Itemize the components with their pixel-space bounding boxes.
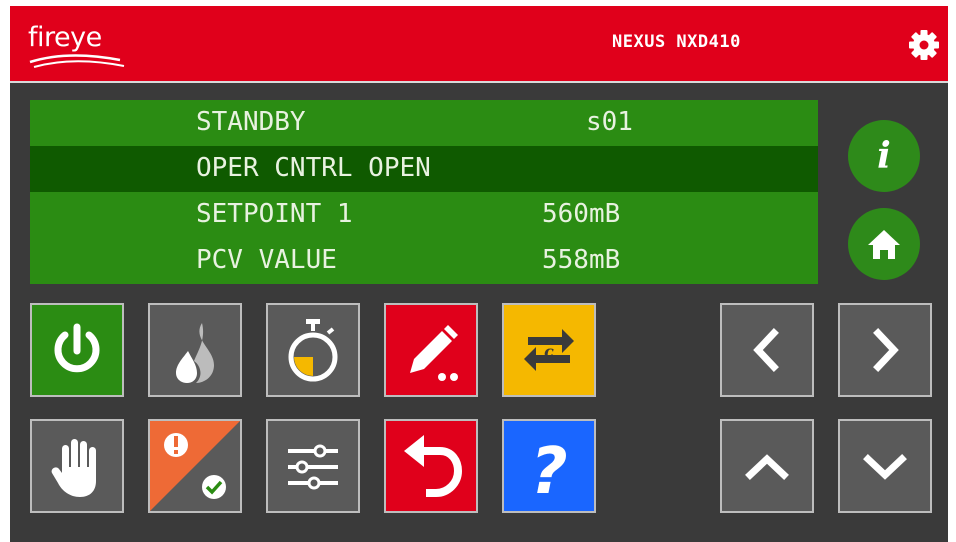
home-button[interactable] [848, 208, 920, 280]
fireye-logo: fireye [28, 20, 138, 70]
chevron-down-icon [863, 454, 907, 480]
hand-icon [51, 439, 96, 497]
logo-swoosh [29, 54, 125, 68]
display-row-setpoint: SETPOINT 1 560mB [30, 192, 818, 238]
cycle-glyph: c [544, 342, 554, 361]
chevron-right-icon [873, 328, 899, 372]
help-glyph: ? [530, 435, 567, 509]
flame-button[interactable] [148, 303, 242, 397]
gear-icon[interactable] [906, 27, 942, 63]
display-row-selected: OPER CNTRL OPEN [30, 146, 818, 192]
display-value: s01 [586, 107, 633, 137]
undo-icon [404, 435, 463, 497]
display-row-pcv: PCV VALUE 558mB [30, 238, 818, 284]
nav-left-button[interactable] [720, 303, 814, 397]
sliders-icon [288, 444, 338, 490]
hmi-panel: fireye NEXUS NXD410 STANDBY s01 OPER CNT… [10, 6, 948, 542]
nav-right-button[interactable] [838, 303, 932, 397]
display-label: SETPOINT 1 [196, 199, 353, 229]
power-icon [54, 323, 100, 373]
nav-down-button[interactable] [838, 419, 932, 513]
cycle-c-icon: c [524, 329, 574, 371]
chevron-left-icon [753, 328, 779, 372]
alarm-ack-icon [150, 421, 240, 511]
edit-button[interactable] [384, 303, 478, 397]
info-icon: i [877, 135, 891, 177]
cycle-button[interactable]: c [502, 303, 596, 397]
settings-sliders-button[interactable] [266, 419, 360, 513]
display-label: STANDBY [196, 107, 306, 137]
display-label: OPER CNTRL OPEN [196, 153, 431, 183]
edit-icon [410, 325, 458, 381]
timer-button[interactable] [266, 303, 360, 397]
info-glyph: i [877, 135, 891, 177]
help-button[interactable]: ? [502, 419, 596, 513]
display-label: PCV VALUE [196, 245, 337, 275]
status-display: STANDBY s01 OPER CNTRL OPEN SETPOINT 1 5… [30, 100, 818, 284]
chevron-up-icon [745, 454, 789, 480]
home-icon [868, 230, 900, 259]
info-button[interactable]: i [848, 120, 920, 192]
display-row-status: STANDBY s01 [30, 100, 818, 146]
help-icon: ? [530, 435, 567, 509]
flame-icon [176, 323, 214, 383]
undo-button[interactable] [384, 419, 478, 513]
timer-icon [288, 319, 338, 382]
display-value: 558mB [542, 245, 621, 275]
alarm-ack-button[interactable] [148, 419, 242, 513]
nav-up-button[interactable] [720, 419, 814, 513]
display-value: 560mB [542, 199, 621, 229]
hand-button[interactable] [30, 419, 124, 513]
power-button[interactable] [30, 303, 124, 397]
device-model: NEXUS NXD410 [612, 32, 741, 52]
header-bar: fireye NEXUS NXD410 [10, 6, 948, 83]
